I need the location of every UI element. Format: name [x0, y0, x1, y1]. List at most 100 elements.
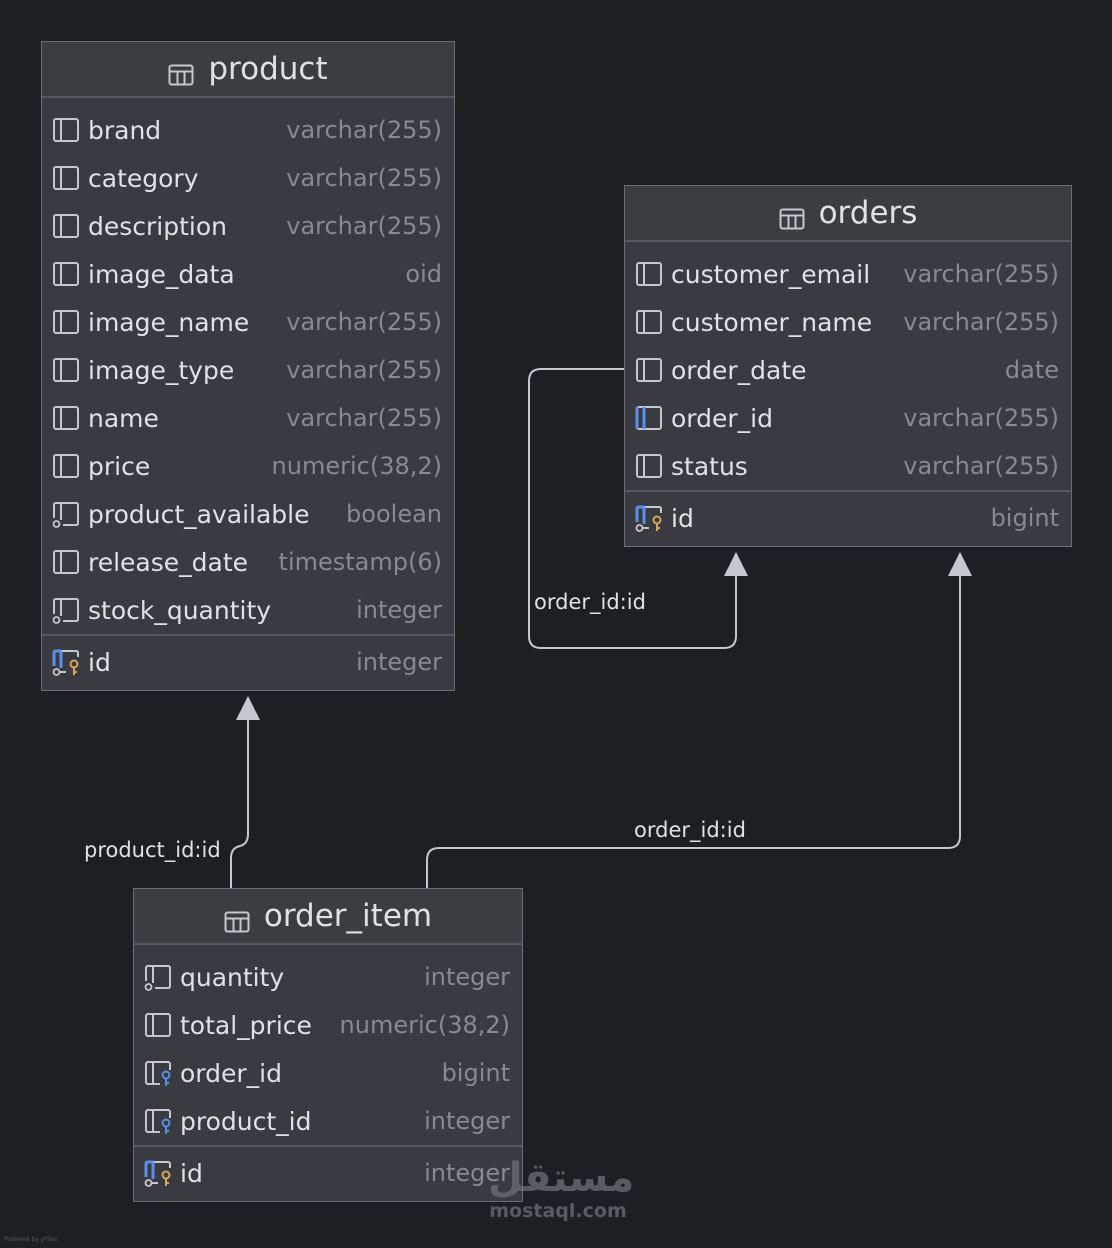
table-icon — [168, 58, 194, 86]
column-type: integer — [424, 1107, 510, 1135]
column-row-product-id[interactable]: id integer — [42, 638, 454, 686]
primary-key-section: id integer — [42, 634, 454, 690]
column-row-product-description[interactable]: description varchar(255) — [42, 202, 454, 250]
column-type: varchar(255) — [903, 260, 1059, 288]
column-row-order-item-quantity[interactable]: quantity integer — [134, 953, 522, 1001]
column-type: varchar(255) — [286, 212, 442, 240]
column-icon — [52, 164, 80, 192]
column-name: image_type — [88, 355, 235, 385]
column-name: description — [88, 211, 228, 241]
column-type: varchar(255) — [286, 308, 442, 336]
column-name: order_date — [671, 355, 807, 385]
column-row-orders-order-id[interactable]: order_id varchar(255) — [625, 394, 1071, 442]
column-icon — [52, 260, 80, 288]
column-type: boolean — [346, 500, 442, 528]
connector-order-item-to-product[interactable] — [230, 716, 249, 888]
column-row-orders-customer-name[interactable]: customer_name varchar(255) — [625, 298, 1071, 346]
foreign-key-icon — [144, 1059, 172, 1087]
primary-key-section: id integer — [134, 1145, 522, 1201]
column-type: varchar(255) — [903, 452, 1059, 480]
column-icon — [635, 452, 663, 480]
column-name: product_id — [180, 1106, 312, 1136]
column-icon — [635, 260, 663, 288]
arrowhead-product — [236, 696, 260, 720]
column-row-order-item-id[interactable]: id integer — [134, 1149, 522, 1197]
primary-key-section: id bigint — [625, 490, 1071, 546]
not-null-column-icon — [144, 963, 172, 991]
primary-key-icon — [144, 1159, 172, 1187]
column-list: customer_email varchar(255) customer_name v… — [625, 242, 1071, 490]
column-icon — [144, 1011, 172, 1039]
not-null-column-icon — [52, 500, 80, 528]
column-row-orders-status[interactable]: status varchar(255) — [625, 442, 1071, 490]
column-row-orders-id[interactable]: id bigint — [625, 494, 1071, 542]
column-type: integer — [356, 596, 442, 624]
column-name: image_data — [88, 259, 235, 289]
column-icon — [52, 452, 80, 480]
column-name: name — [88, 403, 159, 433]
column-type: varchar(255) — [903, 404, 1059, 432]
column-name: customer_email — [671, 259, 871, 289]
column-type: integer — [356, 648, 442, 676]
table-orders[interactable]: orders customer_email varchar(255) customer… — [624, 185, 1072, 547]
foreign-key-icon — [144, 1107, 172, 1135]
column-row-product-category[interactable]: category varchar(255) — [42, 154, 454, 202]
column-row-order-item-product-id[interactable]: product_id integer — [134, 1097, 522, 1145]
column-type: bigint — [990, 504, 1059, 532]
relation-label-item-to-product: product_id:id — [84, 838, 221, 862]
column-name: order_id — [180, 1058, 282, 1088]
column-row-product-release-date[interactable]: release_date timestamp(6) — [42, 538, 454, 586]
column-icon — [52, 308, 80, 336]
table-order-item[interactable]: order_item quantity integer total_price nume… — [133, 888, 523, 1202]
table-header-order-item[interactable]: order_item — [134, 889, 522, 945]
column-type: numeric(38,2) — [271, 452, 442, 480]
column-icon — [52, 212, 80, 240]
column-type: varchar(255) — [903, 308, 1059, 336]
column-type: bigint — [441, 1059, 510, 1087]
mostaql-watermark: مستقل mostaql.com — [488, 1156, 634, 1222]
column-row-product-brand[interactable]: brand varchar(255) — [42, 106, 454, 154]
column-name: customer_name — [671, 307, 873, 337]
column-icon — [52, 548, 80, 576]
column-row-product-image-name[interactable]: image_name varchar(255) — [42, 298, 454, 346]
column-row-order-item-total-price[interactable]: total_price numeric(38,2) — [134, 1001, 522, 1049]
column-row-product-product-available[interactable]: product_available boolean — [42, 490, 454, 538]
table-product[interactable]: product brand varchar(255) category varchar(… — [41, 41, 455, 691]
column-name: id — [180, 1158, 203, 1188]
primary-key-icon — [635, 504, 663, 532]
column-name: total_price — [180, 1010, 312, 1040]
table-title: order_item — [263, 898, 433, 934]
column-row-product-price[interactable]: price numeric(38,2) — [42, 442, 454, 490]
column-name: id — [88, 647, 111, 677]
not-null-column-icon — [52, 596, 80, 624]
column-row-order-item-order-id[interactable]: order_id bigint — [134, 1049, 522, 1097]
column-row-orders-order-date[interactable]: order_date date — [625, 346, 1071, 394]
column-row-product-image-type[interactable]: image_type varchar(255) — [42, 346, 454, 394]
column-name: status — [671, 451, 748, 481]
column-name: stock_quantity — [88, 595, 272, 625]
column-name: order_id — [671, 403, 773, 433]
column-row-product-image-data[interactable]: image_data oid — [42, 250, 454, 298]
column-name: quantity — [180, 962, 285, 992]
column-icon — [635, 356, 663, 384]
unique-column-icon — [635, 404, 663, 432]
table-header-product[interactable]: product — [42, 42, 454, 98]
column-list: quantity integer total_price numeric(38,2) o… — [134, 945, 522, 1145]
column-name: release_date — [88, 547, 249, 577]
table-header-orders[interactable]: orders — [625, 186, 1071, 242]
column-type: date — [1004, 356, 1059, 384]
column-type: varchar(255) — [286, 356, 442, 384]
column-row-product-stock-quantity[interactable]: stock_quantity integer — [42, 586, 454, 634]
primary-key-icon — [52, 648, 80, 676]
column-type: varchar(255) — [286, 404, 442, 432]
footer-note: Powered by yFiles — [4, 1236, 58, 1243]
column-icon — [635, 308, 663, 336]
column-type: timestamp(6) — [278, 548, 442, 576]
relation-label-orders-self: order_id:id — [534, 590, 646, 614]
column-row-product-name[interactable]: name varchar(255) — [42, 394, 454, 442]
column-name: brand — [88, 115, 162, 145]
column-row-orders-customer-email[interactable]: customer_email varchar(255) — [625, 250, 1071, 298]
table-icon — [779, 202, 805, 230]
column-icon — [52, 404, 80, 432]
column-list: brand varchar(255) category varchar(255) des… — [42, 98, 454, 634]
